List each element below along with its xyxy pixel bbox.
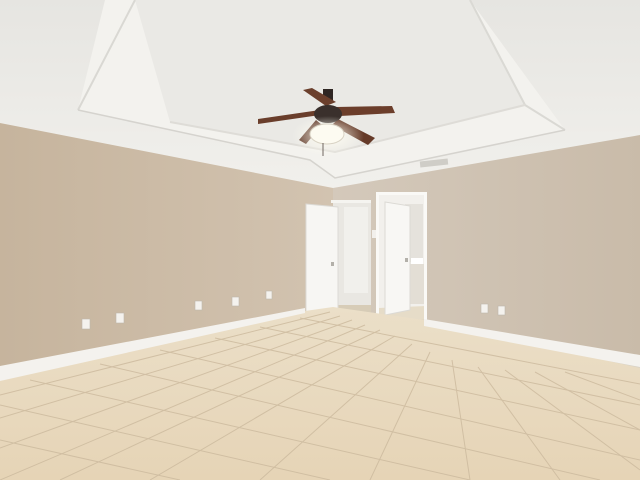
outlet [480,303,489,314]
room-photo [0,0,640,480]
outlet [81,318,91,330]
outlet [497,305,506,316]
door-knob-right[interactable] [405,258,408,262]
door-knob-left[interactable] [331,262,334,266]
door-left[interactable] [305,203,339,313]
room-illustration [0,0,640,480]
fan-light-bowl [309,123,345,145]
outlet [194,300,203,311]
outlet [231,296,240,307]
light-switch[interactable] [372,230,376,238]
outlet [115,312,125,324]
outlet [265,290,273,300]
